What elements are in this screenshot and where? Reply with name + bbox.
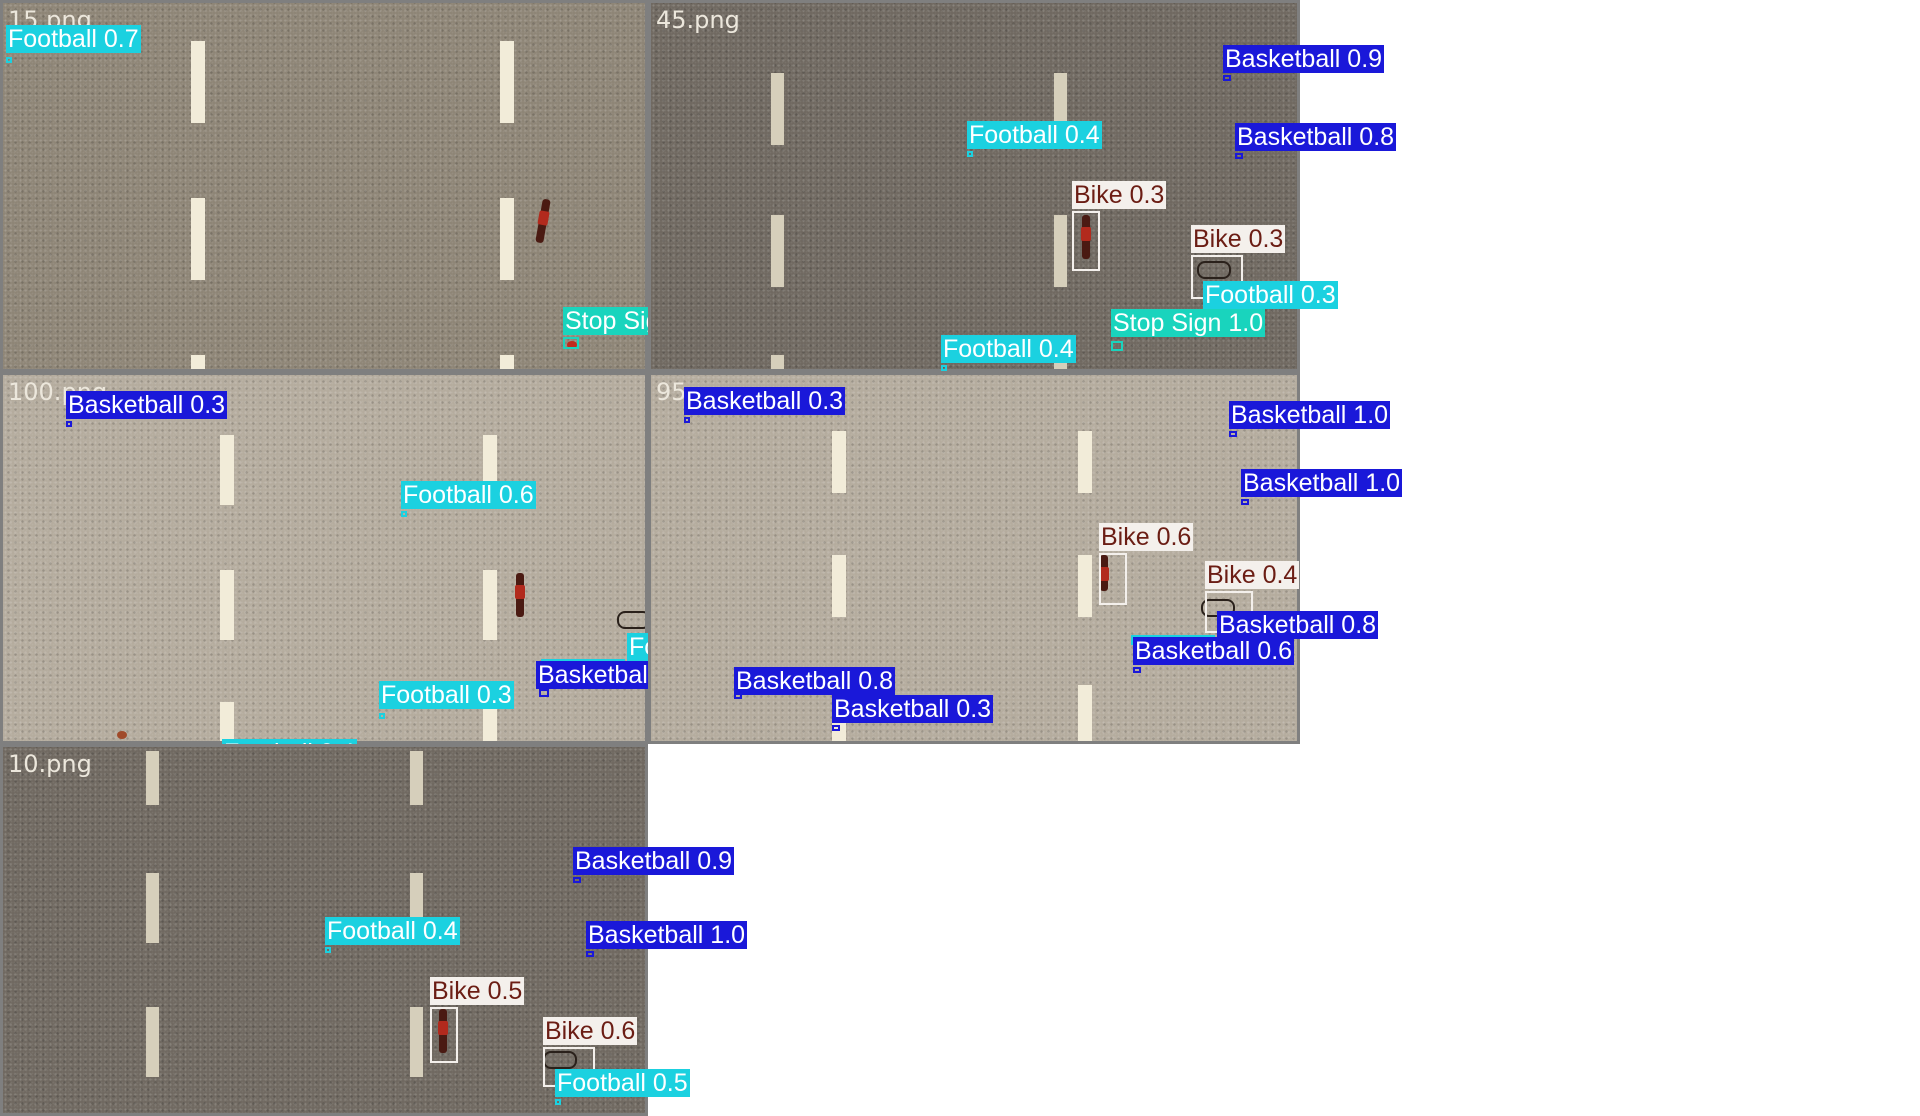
detection-box <box>967 151 973 157</box>
image-tile: 95 Basketball 0.3 Basketball 1.0 Basketb… <box>648 372 1403 744</box>
detection-label: Basketball 1.0 <box>1229 401 1391 429</box>
detection-label: Basketball 0.3 <box>832 695 994 723</box>
detection-box <box>555 1099 561 1105</box>
detection-label: Bike 0.3 <box>1072 181 1167 209</box>
detection-label: Bike 0.6 <box>1099 523 1194 551</box>
detection-label: Basketball 1.0 <box>586 921 748 949</box>
detection-label: Football 0.5 <box>555 1069 690 1097</box>
detection-box <box>325 947 331 953</box>
detection-box <box>832 725 840 731</box>
detection-box <box>6 57 12 63</box>
image-tile: 10.png Basketball 0.9 Basketball 1.0 Foo… <box>0 744 748 1116</box>
detection-label: Basketball 1.0 <box>1241 469 1403 497</box>
detection-label: Basketball 0.3 <box>684 387 846 415</box>
detection-box <box>430 1007 458 1063</box>
detection-label: Football 0.3 <box>379 681 514 709</box>
detection-box <box>1241 499 1249 505</box>
detection-box <box>941 365 947 371</box>
detection-box <box>573 877 581 883</box>
detection-label: Football 0.4 <box>967 121 1102 149</box>
detection-box <box>586 951 594 957</box>
road-photo: 15.png <box>3 3 645 369</box>
image-tile: 45.png Basketball 0.9 Basketball 0.8 Foo… <box>648 0 1397 372</box>
detection-box <box>66 421 72 427</box>
detection-label: Basketball 0.8 <box>1235 123 1397 151</box>
detection-box <box>379 713 385 719</box>
detection-box <box>1111 341 1123 351</box>
detection-box <box>1223 75 1231 81</box>
image-filename: 95 <box>656 378 687 406</box>
detection-label: Football 0.4 <box>941 335 1076 363</box>
detection-label: Football 0.6 <box>401 481 536 509</box>
detection-label: Football 0.3 <box>1203 281 1338 309</box>
detection-box <box>1229 431 1237 437</box>
image-filename: 10.png <box>8 750 92 778</box>
detection-label: Football 0.4 <box>325 917 460 945</box>
detection-box <box>684 417 690 423</box>
detection-box <box>401 511 407 517</box>
detection-box <box>1072 211 1100 271</box>
detection-label: Bike 0.6 <box>543 1017 638 1045</box>
detection-label: Basketball 0.9 <box>1223 45 1385 73</box>
detection-label: Bike 0.3 <box>1191 225 1286 253</box>
detection-label: Basketball 0.8 <box>734 667 896 695</box>
detection-box <box>539 689 549 697</box>
detection-label: Football 0.7 <box>6 25 141 53</box>
detection-label: Basketball 0.8 <box>1217 611 1379 639</box>
detection-box <box>1133 667 1141 673</box>
image-filename: 45.png <box>656 6 740 34</box>
detection-label: Bike 0.5 <box>430 977 525 1005</box>
detection-label: Stop Sign 1.0 <box>1111 309 1266 337</box>
detection-box <box>563 337 579 349</box>
football-object <box>117 731 127 739</box>
detection-box <box>1235 153 1243 159</box>
image-tile: 100.png Basketball 0.3 Football 0.6 Foot… <box>0 372 762 767</box>
detection-label: Bike 0.4 <box>1205 561 1300 589</box>
bike-object <box>535 198 551 244</box>
detection-label: Basketball 0.9 <box>573 847 735 875</box>
image-tile: 15.png Football 0.7 Stop Sign 1.0 <box>0 0 718 372</box>
bike-object <box>617 611 645 629</box>
detection-label: Basketball 0.3 <box>66 391 228 419</box>
detection-box <box>1099 553 1127 605</box>
detection-label: Basketball 0.6 <box>1133 637 1295 665</box>
bike-object <box>515 573 525 617</box>
